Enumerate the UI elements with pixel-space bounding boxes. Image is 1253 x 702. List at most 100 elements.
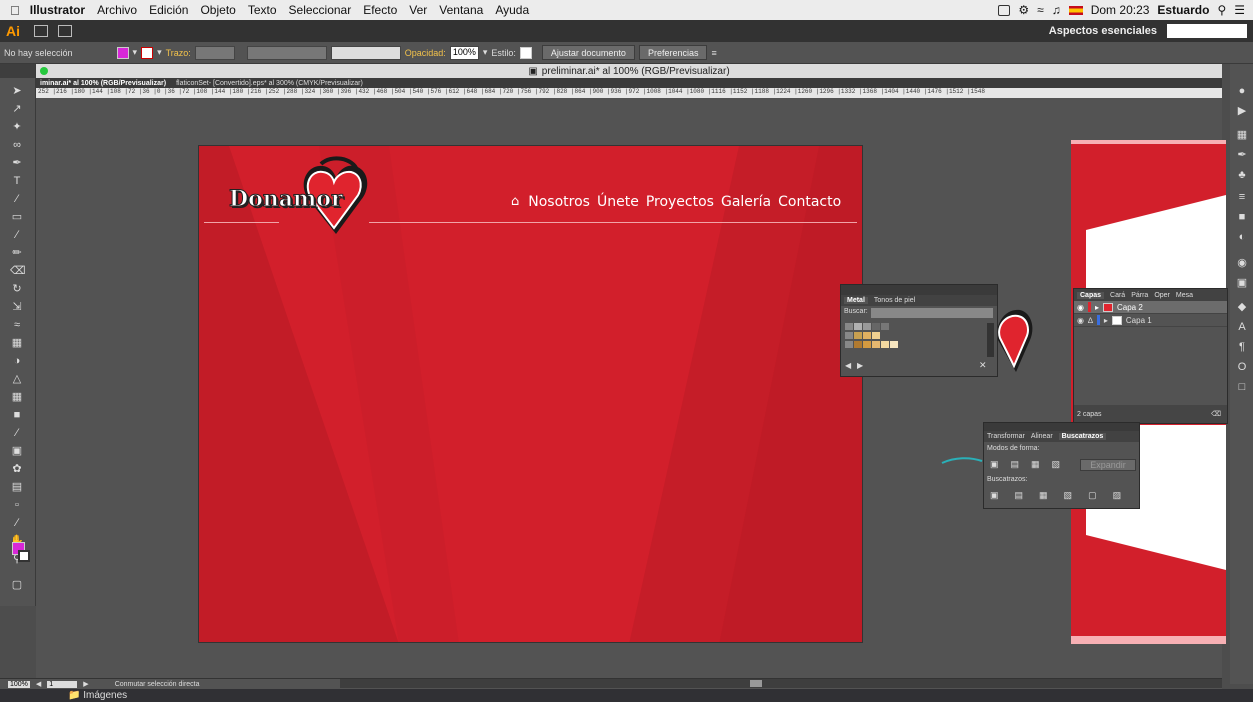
merge-icon[interactable]: ▦	[1039, 490, 1048, 501]
paragraph-icon[interactable]: ¶	[1235, 340, 1249, 354]
nav-item-proyectos[interactable]: Proyectos	[646, 194, 714, 210]
gradient-tool-icon[interactable]: ■	[10, 408, 24, 422]
lasso-icon[interactable]: ∞	[10, 138, 24, 152]
help-search-input[interactable]	[1167, 24, 1247, 38]
tab-parrafo[interactable]: Párra	[1131, 292, 1148, 299]
exclude-icon[interactable]: ▧	[1052, 459, 1061, 470]
bridge-button[interactable]	[34, 25, 48, 37]
first-artboard-icon[interactable]: ◀	[36, 680, 41, 688]
horizontal-scrollbar[interactable]	[340, 679, 1222, 688]
tab-opentype[interactable]: Oper	[1154, 292, 1170, 299]
style-swatch[interactable]	[519, 46, 532, 59]
stroke-label[interactable]: Trazo:	[166, 48, 191, 58]
unite-icon[interactable]: ▣	[990, 459, 999, 470]
layer-name[interactable]: Capa 2	[1117, 303, 1143, 312]
gradient-panel-icon[interactable]: ■	[1235, 210, 1249, 224]
mesh-tool-icon[interactable]: ▦	[10, 390, 24, 404]
dropbox-icon[interactable]	[998, 4, 1011, 16]
menu-app[interactable]: Illustrator	[30, 3, 85, 17]
scroll-thumb[interactable]	[750, 680, 762, 687]
nav-item-galeria[interactable]: Galería	[721, 194, 771, 210]
symbol-sprayer-icon[interactable]: ✿	[10, 462, 24, 476]
slice-tool-icon[interactable]: ∕	[10, 516, 24, 530]
stroke-swatch[interactable]	[141, 46, 154, 59]
opacity-input[interactable]: 100%	[449, 45, 479, 60]
transparency-icon[interactable]: ◐	[1235, 230, 1249, 244]
folder-imagenes[interactable]: 📁 Imágenes	[68, 690, 127, 701]
layer-name[interactable]: Capa 1	[1126, 316, 1152, 325]
trim-icon[interactable]: ▤	[1015, 490, 1024, 501]
menu-objeto[interactable]: Objeto	[200, 3, 235, 17]
tab-preliminar[interactable]: iminar.ai* al 100% (RGB/Previsualizar)	[40, 80, 166, 87]
tab-buscatrazos[interactable]: Buscatrazos	[1058, 433, 1107, 440]
menu-edicion[interactable]: Edición	[149, 3, 188, 17]
opacity-label[interactable]: Opacidad:	[405, 48, 446, 58]
type-tool-icon[interactable]: T	[10, 174, 24, 188]
libraries-icon[interactable]: ▦	[1235, 128, 1249, 142]
expand-arrow-icon[interactable]: ▸	[1095, 303, 1099, 312]
crop-icon[interactable]: ▧	[1064, 490, 1073, 501]
spotlight-icon[interactable]: ⚲	[1217, 3, 1226, 17]
layers-icon[interactable]: ◆	[1235, 300, 1249, 314]
draw-mode-icon[interactable]: ▢	[10, 578, 24, 592]
rotate-tool-icon[interactable]: ↻	[10, 282, 24, 296]
minus-front-icon[interactable]: ▤	[1011, 459, 1020, 470]
chevron-down-icon[interactable]: ▾	[157, 47, 162, 58]
menu-icon[interactable]: ≡	[711, 48, 716, 58]
free-transform-icon[interactable]: ▦	[10, 336, 24, 350]
close-icon[interactable]: ✕	[979, 360, 987, 371]
color-panel-icon[interactable]: ●	[1235, 84, 1249, 98]
fill-swatch[interactable]	[116, 46, 129, 59]
lock-icon[interactable]: ∆	[1088, 316, 1093, 325]
tab-caracter[interactable]: Cará	[1110, 292, 1125, 299]
tab-flaticonset[interactable]: flaticonSet- [Convertido].eps* al 300% (…	[176, 80, 363, 87]
swatch-search-input[interactable]	[871, 308, 993, 318]
preferences-button[interactable]: Preferencias	[638, 45, 708, 60]
menu-ver[interactable]: Ver	[409, 3, 427, 17]
symbols-icon[interactable]: ♣	[1235, 168, 1249, 182]
clock[interactable]: Dom 20:23	[1091, 3, 1150, 17]
home-icon[interactable]: ⌂	[511, 194, 519, 210]
direct-selection-tool-icon[interactable]: ↗	[10, 102, 24, 116]
selection-tool-icon[interactable]: ➤	[10, 84, 24, 98]
arrange-docs-button[interactable]	[58, 25, 72, 37]
volume-icon[interactable]: ♫	[1052, 3, 1061, 17]
artboard-tool-icon[interactable]: ▫	[10, 498, 24, 512]
language-flag-icon[interactable]	[1068, 5, 1083, 15]
character-icon[interactable]: A	[1235, 320, 1249, 334]
pen-tool-icon[interactable]: ✒	[10, 156, 24, 170]
artboard-number-field[interactable]: 1	[47, 680, 78, 688]
menu-texto[interactable]: Texto	[248, 3, 277, 17]
tab-alinear[interactable]: Alinear	[1031, 433, 1053, 440]
chevron-down-icon[interactable]: ▾	[483, 47, 488, 58]
tab-metal[interactable]: Metal	[844, 297, 868, 304]
trash-icon[interactable]: ⌫	[1211, 410, 1221, 418]
layer-row[interactable]: ◉ ∆ ▸ Capa 1	[1074, 314, 1227, 327]
stroke-weight-field[interactable]	[194, 45, 235, 60]
blend-tool-icon[interactable]: ▣	[10, 444, 24, 458]
workspace-switcher[interactable]: Aspectos esenciales	[1049, 25, 1157, 37]
next-library-icon[interactable]: ▶	[857, 361, 863, 370]
chevron-down-icon[interactable]: ▾	[133, 47, 138, 58]
nav-item-nosotros[interactable]: Nosotros	[528, 194, 590, 210]
perspective-grid-icon[interactable]: △	[10, 372, 24, 386]
zoom-level-field[interactable]: 100%	[8, 680, 30, 688]
layer-row[interactable]: ◉ ▸ Capa 2	[1074, 301, 1227, 314]
panel-titlebar[interactable]	[841, 285, 997, 295]
outline-icon[interactable]: ▢	[1088, 490, 1097, 501]
play-icon[interactable]: ▶	[1235, 104, 1249, 118]
graphic-styles-icon[interactable]: ▣	[1235, 276, 1249, 290]
shape-builder-icon[interactable]: ◑	[10, 354, 24, 368]
menu-ayuda[interactable]: Ayuda	[495, 3, 529, 17]
magic-wand-icon[interactable]: ✦	[10, 120, 24, 134]
expand-button[interactable]: Expandir	[1080, 459, 1136, 471]
document-setup-button[interactable]: Ajustar documento	[541, 45, 635, 60]
menu-seleccionar[interactable]: Seleccionar	[289, 3, 352, 17]
stroke-panel-icon[interactable]: ≡	[1235, 190, 1249, 204]
scale-tool-icon[interactable]: ⇲	[10, 300, 24, 314]
appearance-icon[interactable]: ◉	[1235, 256, 1249, 270]
wifi-icon[interactable]: ≈	[1037, 3, 1044, 17]
tab-mesas[interactable]: Mesa	[1176, 292, 1193, 299]
apple-icon[interactable]: 	[10, 3, 20, 18]
opentype-icon[interactable]: O	[1235, 360, 1249, 374]
